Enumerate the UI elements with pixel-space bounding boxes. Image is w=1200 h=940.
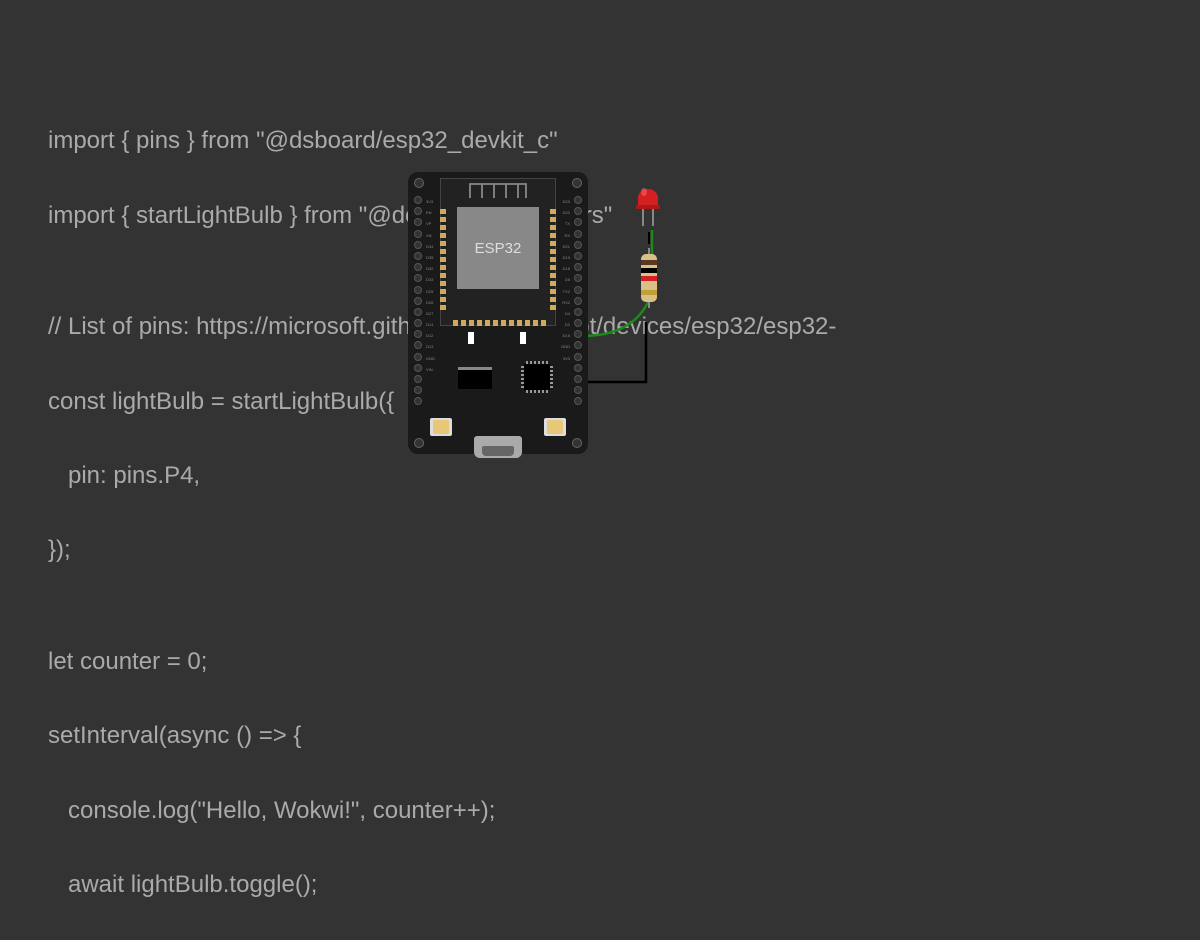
resistor-band-black (641, 268, 657, 273)
esp32-chip-module: ESP32 (440, 178, 556, 326)
mount-hole (572, 438, 582, 448)
resistor-band-gold (641, 290, 657, 295)
resistor-lead (648, 302, 650, 308)
code-line: pin: pins.P4, (48, 457, 1200, 494)
enable-button[interactable] (544, 418, 566, 436)
pin-labels-left: 3V3ENVPVND34D35D32D33D25D26D27D14D12D13G… (426, 196, 435, 375)
code-line: await lightBulb.toggle(); (48, 866, 1200, 903)
resistor-band-red (641, 276, 657, 281)
resistor-component[interactable] (640, 248, 658, 308)
led-component[interactable] (632, 178, 664, 233)
pin-header-left[interactable] (414, 196, 422, 405)
resistor-band-brown (641, 260, 657, 265)
code-editor: import { pins } from "@dsboard/esp32_dev… (48, 85, 1200, 940)
chip-label: ESP32 (475, 240, 522, 257)
voltage-regulator (458, 367, 492, 389)
mount-hole (414, 438, 424, 448)
smd-component (520, 332, 526, 344)
code-line: const lightBulb = startLightBulb({ (48, 383, 1200, 420)
antenna-icon (468, 182, 528, 200)
mount-hole (572, 178, 582, 188)
code-line: import { startLightBulb } from "@devices… (48, 197, 1200, 234)
pin-labels-right: D23D22TXRXD21D19D18D5TX2RX2D4D2D15GND3V3 (561, 196, 570, 364)
chip-shield: ESP32 (457, 207, 539, 289)
code-line: let counter = 0; (48, 643, 1200, 680)
chip-castellations (550, 209, 556, 310)
boot-button[interactable] (430, 418, 452, 436)
code-line: // List of pins: https://microsoft.githu… (48, 308, 1200, 345)
mount-hole (414, 178, 424, 188)
chip-castellations (453, 320, 546, 326)
usb-uart-chip (524, 364, 550, 390)
micro-usb-port (474, 436, 522, 458)
chip-castellations (440, 209, 446, 310)
pin-header-right[interactable] (574, 196, 582, 405)
code-line: console.log("Hello, Wokwi!", counter++); (48, 792, 1200, 829)
code-line: import { pins } from "@dsboard/esp32_dev… (48, 122, 1200, 159)
smd-component (468, 332, 474, 344)
code-line: setInterval(async () => { (48, 717, 1200, 754)
code-line: }); (48, 531, 1200, 568)
led-icon (632, 178, 664, 228)
esp32-devkit-board[interactable]: 3V3ENVPVND34D35D32D33D25D26D27D14D12D13G… (408, 172, 588, 462)
resistor-body (641, 254, 657, 302)
